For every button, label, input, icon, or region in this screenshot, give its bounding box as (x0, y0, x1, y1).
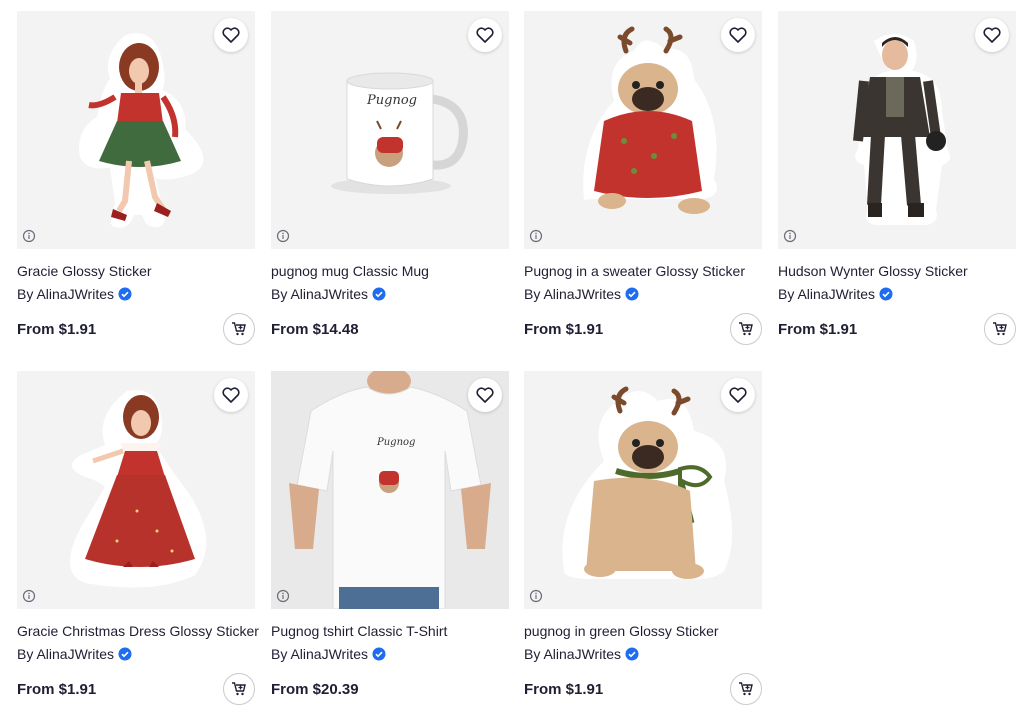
artist-line[interactable]: By AlinaJWrites (524, 645, 762, 663)
verified-badge-icon (372, 287, 386, 301)
info-icon[interactable] (22, 229, 36, 243)
product-card[interactable]: Pugnog in a sweater Glossy Sticker By Al… (524, 11, 762, 350)
add-to-cart-button[interactable] (223, 313, 255, 345)
info-icon[interactable] (529, 229, 543, 243)
artist-name[interactable]: By AlinaJWrites (271, 645, 368, 663)
artist-line[interactable]: By AlinaJWrites (778, 285, 1016, 303)
product-card[interactable]: Pugnog Pugnog tshirt Classic T-Shirt By … (271, 371, 509, 710)
product-title[interactable]: pugnog mug Classic Mug (271, 262, 509, 280)
favorite-button[interactable] (468, 18, 502, 52)
cart-plus-icon (232, 682, 246, 696)
product-title[interactable]: Gracie Glossy Sticker (17, 262, 255, 280)
info-icon[interactable] (276, 589, 290, 603)
favorite-button[interactable] (214, 18, 248, 52)
artist-line[interactable]: By AlinaJWrites (17, 285, 255, 303)
product-title[interactable]: pugnog in green Glossy Sticker (524, 622, 762, 640)
artist-line[interactable]: By AlinaJWrites (17, 645, 255, 663)
favorite-button[interactable] (975, 18, 1009, 52)
favorite-button[interactable] (721, 378, 755, 412)
verified-badge-icon (118, 647, 132, 661)
artist-line[interactable]: By AlinaJWrites (524, 285, 762, 303)
cart-plus-icon (739, 682, 753, 696)
artist-name[interactable]: By AlinaJWrites (17, 285, 114, 303)
artist-name[interactable]: By AlinaJWrites (778, 285, 875, 303)
artist-name[interactable]: By AlinaJWrites (524, 285, 621, 303)
favorite-button[interactable] (214, 378, 248, 412)
verified-badge-icon (625, 647, 639, 661)
product-grid: Gracie Glossy Sticker By AlinaJWrites Fr… (0, 0, 1033, 720)
info-icon[interactable] (529, 589, 543, 603)
add-to-cart-button[interactable] (984, 313, 1016, 345)
product-price: From $14.48 (271, 321, 359, 338)
artist-name[interactable]: By AlinaJWrites (271, 285, 368, 303)
verified-badge-icon (372, 647, 386, 661)
product-card[interactable]: Hudson Wynter Glossy Sticker By AlinaJWr… (778, 11, 1016, 350)
product-image[interactable] (17, 371, 255, 609)
product-price: From $1.91 (17, 681, 97, 698)
favorite-button[interactable] (468, 378, 502, 412)
cart-plus-icon (993, 322, 1007, 336)
product-image[interactable]: Pugnog (271, 371, 509, 609)
product-price: From $1.91 (524, 321, 604, 338)
add-to-cart-button[interactable] (730, 313, 762, 345)
product-title[interactable]: Pugnog in a sweater Glossy Sticker (524, 262, 762, 280)
tshirt-print-text: Pugnog (377, 437, 416, 448)
artist-name[interactable]: By AlinaJWrites (524, 645, 621, 663)
heart-icon (476, 387, 494, 403)
add-to-cart-button[interactable] (223, 673, 255, 705)
verified-badge-icon (625, 287, 639, 301)
product-card[interactable]: Pugnog pugnog mug Classic Mug By AlinaJW… (271, 11, 509, 350)
product-image[interactable] (17, 11, 255, 249)
cart-plus-icon (232, 322, 246, 336)
heart-icon (222, 27, 240, 43)
heart-icon (983, 27, 1001, 43)
heart-icon (222, 387, 240, 403)
product-image[interactable] (524, 11, 762, 249)
favorite-button[interactable] (721, 18, 755, 52)
heart-icon (476, 27, 494, 43)
artist-name[interactable]: By AlinaJWrites (17, 645, 114, 663)
product-card[interactable]: Gracie Glossy Sticker By AlinaJWrites Fr… (17, 11, 255, 350)
info-icon[interactable] (276, 229, 290, 243)
product-price: From $1.91 (17, 321, 97, 338)
artist-line[interactable]: By AlinaJWrites (271, 285, 509, 303)
product-card[interactable]: pugnog in green Glossy Sticker By AlinaJ… (524, 371, 762, 710)
product-title[interactable]: Hudson Wynter Glossy Sticker (778, 262, 1016, 280)
artist-line[interactable]: By AlinaJWrites (271, 645, 509, 663)
product-image[interactable]: Pugnog (271, 11, 509, 249)
add-to-cart-button[interactable] (730, 673, 762, 705)
product-price: From $1.91 (524, 681, 604, 698)
product-title[interactable]: Pugnog tshirt Classic T-Shirt (271, 622, 509, 640)
verified-badge-icon (879, 287, 893, 301)
product-title[interactable]: Gracie Christmas Dress Glossy Sticker (17, 622, 259, 640)
cart-plus-icon (739, 322, 753, 336)
product-image[interactable] (778, 11, 1016, 249)
product-card[interactable]: Gracie Christmas Dress Glossy Sticker By… (17, 371, 259, 710)
verified-badge-icon (118, 287, 132, 301)
info-icon[interactable] (22, 589, 36, 603)
product-price: From $20.39 (271, 681, 359, 698)
mug-print-text: Pugnog (367, 93, 417, 108)
heart-icon (729, 27, 747, 43)
info-icon[interactable] (783, 229, 797, 243)
product-price: From $1.91 (778, 321, 858, 338)
heart-icon (729, 387, 747, 403)
product-image[interactable] (524, 371, 762, 609)
